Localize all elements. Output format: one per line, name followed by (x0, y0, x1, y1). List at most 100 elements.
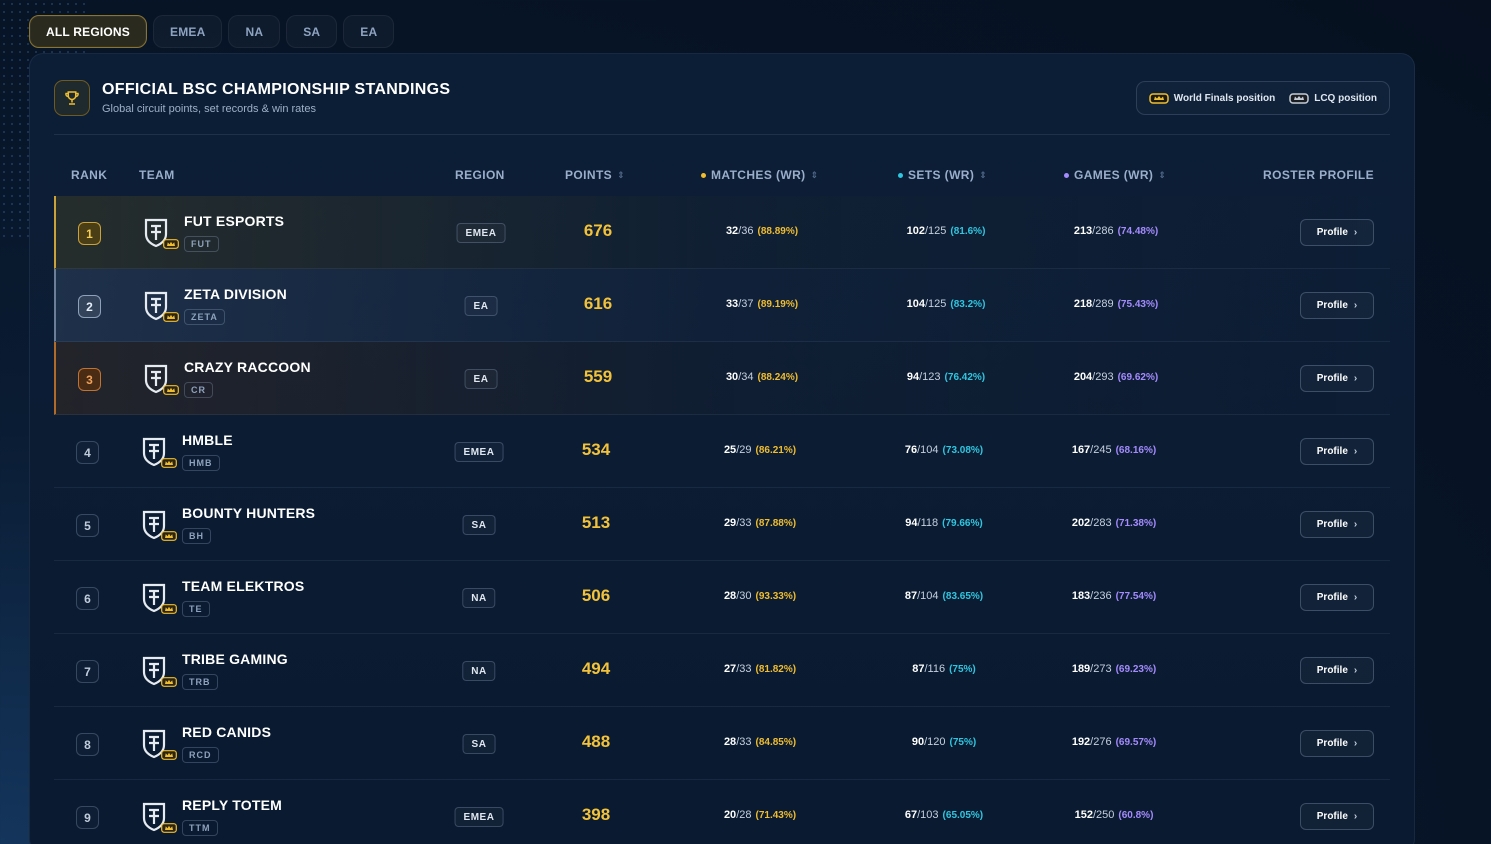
tab-sa[interactable]: SA (286, 15, 338, 48)
region-badge: SA (462, 734, 496, 754)
crown-icon (163, 385, 179, 395)
team-name[interactable]: CRAZY RACCOON (184, 359, 311, 375)
header-divider (54, 134, 1390, 135)
points-value: 534 (581, 440, 611, 459)
team-name[interactable]: TRIBE GAMING (182, 651, 288, 667)
sets-stat: 94/123 (76.42%) (906, 371, 986, 383)
team-abbr: TTM (182, 820, 218, 836)
table-row: 3 CRAZY RACCOON CR EA 559 30/34 (88.24%) … (54, 342, 1390, 415)
rank-badge: 1 (78, 222, 101, 245)
sort-icon: ⇕ (1158, 169, 1167, 180)
chevron-right-icon: › (1353, 519, 1358, 530)
profile-button[interactable]: Profile › (1300, 365, 1374, 392)
region-badge: SA (462, 515, 496, 535)
col-matches[interactable]: MATCHES (WR) ⇕ (701, 168, 819, 182)
table-header: RANK TEAM REGION POINTS ⇕ MATCHES (WR) ⇕ S… (54, 160, 1390, 196)
sets-stat: 76/104 (73.08%) (904, 444, 984, 456)
profile-button[interactable]: Profile › (1300, 438, 1374, 465)
points-value: 513 (581, 513, 611, 532)
crown-icon (161, 823, 177, 833)
chevron-right-icon: › (1353, 665, 1358, 676)
crown-icon (163, 239, 179, 249)
chevron-right-icon: › (1353, 373, 1358, 384)
team-name[interactable]: ZETA DIVISION (184, 286, 287, 302)
gold-dot-icon (701, 172, 706, 178)
profile-button[interactable]: Profile › (1300, 219, 1374, 246)
team-abbr: ZETA (184, 309, 225, 325)
trophy-icon (54, 80, 90, 116)
matches-stat: 32/36 (88.89%) (725, 225, 799, 237)
rank-badge: 4 (76, 441, 99, 464)
team-name[interactable]: HMBLE (182, 432, 233, 448)
matches-stat: 33/37 (89.19%) (725, 298, 799, 310)
cyan-dot-icon (898, 172, 903, 178)
crown-icon (161, 531, 177, 541)
profile-button[interactable]: Profile › (1300, 584, 1374, 611)
team-name[interactable]: FUT ESPORTS (184, 213, 284, 229)
col-roster: ROSTER PROFILE (1263, 168, 1374, 182)
col-games[interactable]: GAMES (WR) ⇕ (1064, 168, 1166, 182)
tab-ea[interactable]: EA (343, 15, 395, 48)
page-subtitle: Global circuit points, set records & win… (102, 103, 316, 115)
table-row: 7 TRIBE GAMING TRB NA 494 27/33 (81.82%) … (54, 634, 1390, 707)
tab-all-regions[interactable]: ALL REGIONS (29, 15, 147, 48)
games-stat: 152/250 (60.8%) (1074, 809, 1154, 821)
crown-icon (161, 750, 177, 760)
table-row: 6 TEAM ELEKTROS TE NA 506 28/30 (93.33%) … (54, 561, 1390, 634)
tab-emea[interactable]: EMEA (153, 15, 223, 48)
matches-stat: 28/30 (93.33%) (723, 590, 797, 602)
sets-stat: 87/116 (75%) (912, 663, 976, 675)
region-tabs: ALL REGIONS EMEA NA SA EA (29, 15, 395, 48)
table-row: 2 ZETA DIVISION ZETA EA 616 33/37 (89.19%… (54, 269, 1390, 342)
purple-dot-icon (1064, 172, 1069, 178)
sets-stat: 102/125 (81.6%) (906, 225, 986, 237)
matches-stat: 29/33 (87.88%) (723, 517, 797, 529)
region-badge: EMEA (454, 442, 504, 462)
region-badge: EMEA (456, 223, 506, 243)
profile-button[interactable]: Profile › (1300, 730, 1374, 757)
tab-na[interactable]: NA (228, 15, 281, 48)
team-name[interactable]: TEAM ELEKTROS (182, 578, 304, 594)
matches-stat: 20/28 (71.43%) (723, 809, 797, 821)
legend-world-finals: World Finals position (1148, 92, 1276, 104)
crown-icon (163, 312, 179, 322)
table-row: 9 REPLY TOTEM TTM EMEA 398 20/28 (71.43%)… (54, 780, 1390, 844)
legend-world-finals-label: World Finals position (1173, 92, 1276, 104)
team-name[interactable]: RED CANIDS (182, 724, 271, 740)
standings-rows: 1 FUT ESPORTS FUT EMEA 676 32/36 (88.89%)… (54, 196, 1390, 844)
rank-badge: 5 (76, 514, 99, 537)
table-row: 1 FUT ESPORTS FUT EMEA 676 32/36 (88.89%)… (54, 196, 1390, 269)
profile-button[interactable]: Profile › (1300, 803, 1374, 830)
chevron-right-icon: › (1353, 592, 1358, 603)
points-value: 494 (581, 659, 611, 678)
games-stat: 192/276 (69.57%) (1071, 736, 1157, 748)
sets-stat: 87/104 (83.65%) (904, 590, 984, 602)
col-sets[interactable]: SETS (WR) ⇕ (898, 168, 987, 182)
col-points[interactable]: POINTS ⇕ (565, 168, 625, 182)
team-name[interactable]: REPLY TOTEM (182, 797, 282, 813)
chevron-right-icon: › (1353, 227, 1358, 238)
rank-badge: 8 (76, 733, 99, 756)
matches-stat: 28/33 (84.85%) (723, 736, 797, 748)
rank-badge: 9 (76, 806, 99, 829)
chevron-right-icon: › (1353, 300, 1358, 311)
matches-stat: 30/34 (88.24%) (725, 371, 799, 383)
profile-button[interactable]: Profile › (1300, 657, 1374, 684)
profile-button[interactable]: Profile › (1300, 292, 1374, 319)
profile-button[interactable]: Profile › (1300, 511, 1374, 538)
team-name[interactable]: BOUNTY HUNTERS (182, 505, 315, 521)
table-row: 5 BOUNTY HUNTERS BH SA 513 29/33 (87.88%)… (54, 488, 1390, 561)
table-row: 8 RED CANIDS RCD SA 488 28/33 (84.85%) 90… (54, 707, 1390, 780)
points-value: 398 (581, 805, 611, 824)
region-badge: EMEA (454, 807, 504, 827)
points-value: 676 (583, 221, 613, 240)
gold-crown-icon (1148, 92, 1169, 104)
rank-badge: 3 (78, 368, 101, 391)
silver-crown-icon (1289, 92, 1309, 104)
crown-icon (161, 458, 177, 468)
team-abbr: RCD (182, 747, 219, 763)
points-value: 488 (581, 732, 611, 751)
sets-stat: 94/118 (79.66%) (905, 517, 983, 529)
standings-panel: OFFICIAL BSC CHAMPIONSHIP STANDINGS Glob… (29, 53, 1415, 844)
matches-stat: 25/29 (86.21%) (723, 444, 797, 456)
